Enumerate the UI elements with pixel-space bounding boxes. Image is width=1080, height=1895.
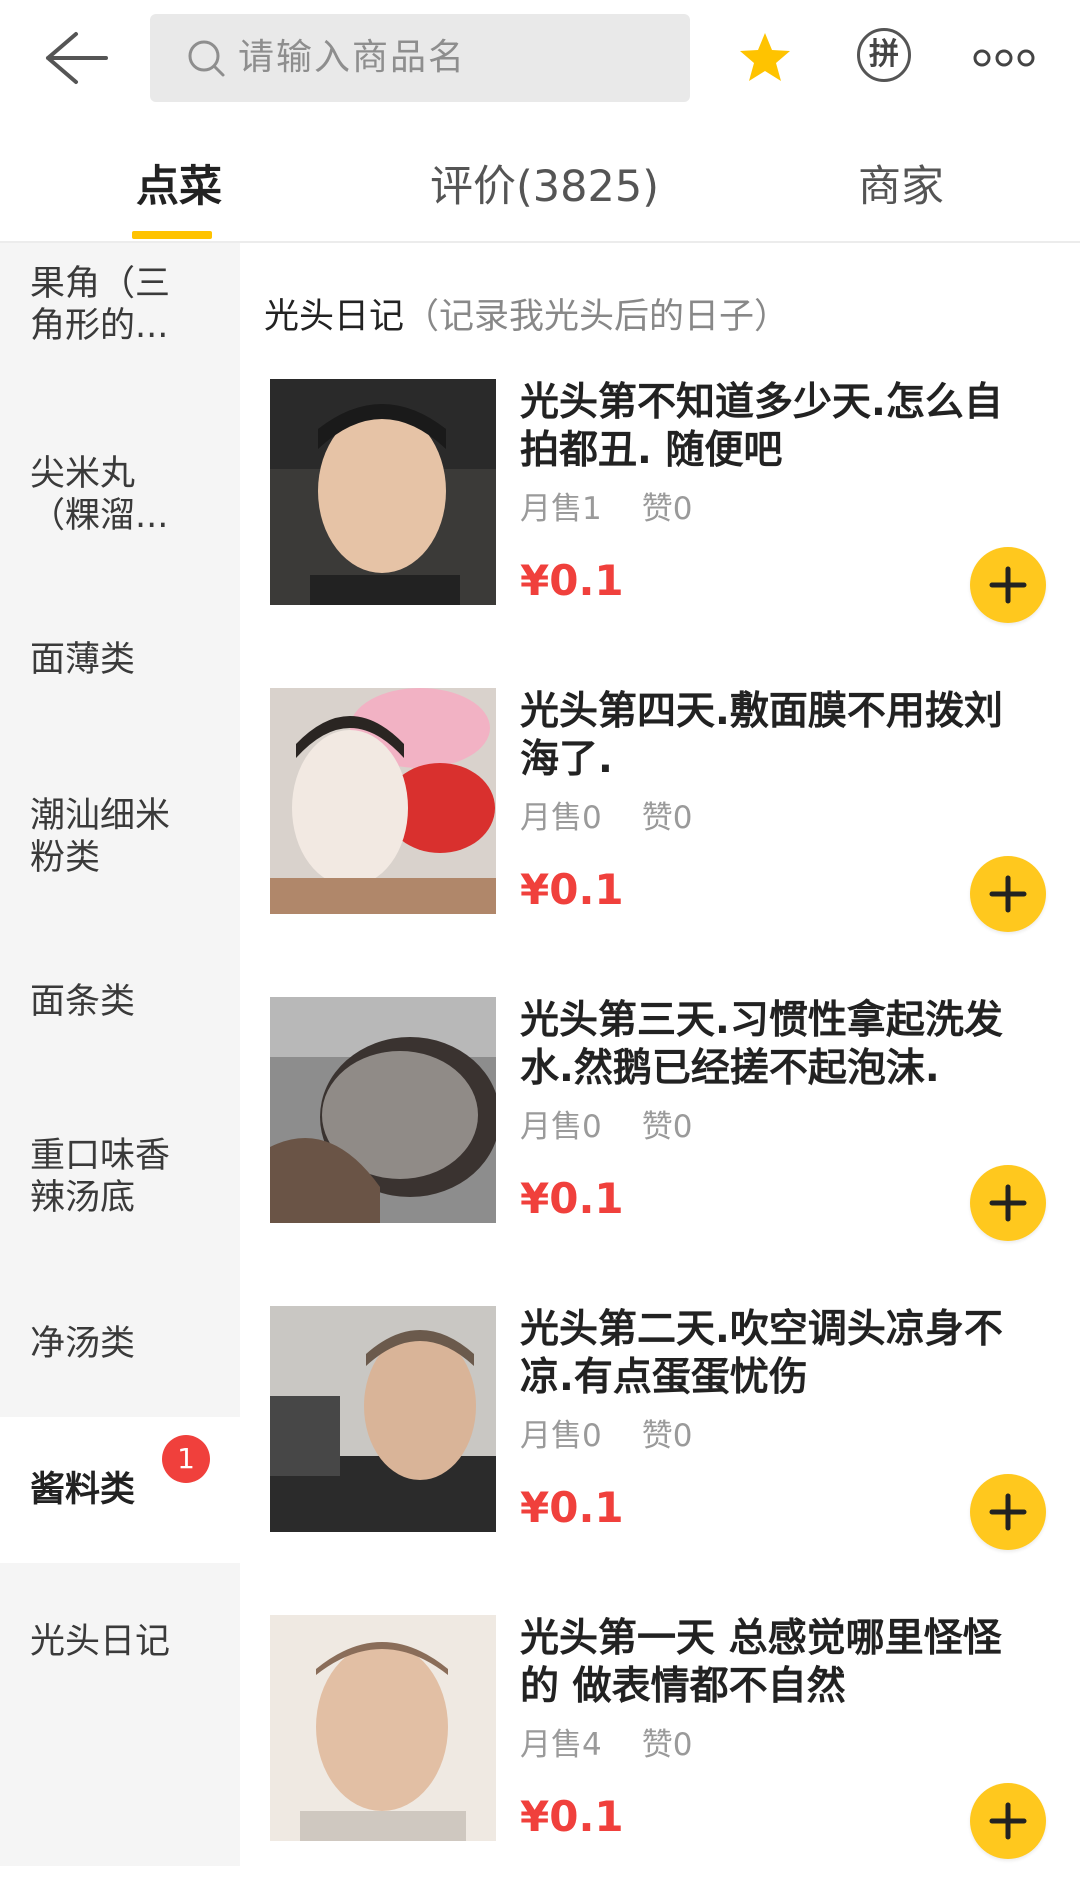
plus-icon — [989, 1802, 1027, 1840]
product-title: 光头第二天.吹空调头凉身不凉.有点蛋蛋忧伤 — [520, 1307, 1003, 1400]
list-item[interactable]: 光头第不知道多少天.怎么自拍都丑. 随便吧 月售1 赞0 ¥0.1 — [240, 379, 1080, 659]
product-stats: 月售1 赞0 — [520, 489, 692, 529]
monthly-sales: 月售4 — [520, 1727, 602, 1763]
likes-count: 赞0 — [641, 800, 693, 836]
tab-reviews[interactable]: 评价(3825) — [430, 159, 659, 215]
plus-icon — [989, 1493, 1027, 1531]
plus-icon — [989, 1184, 1027, 1222]
group-buy-icon[interactable]: 拼 — [857, 28, 911, 82]
sidebar-item-category[interactable]: 面薄类 — [0, 639, 240, 681]
tab-order[interactable]: 点菜 — [136, 159, 222, 215]
monthly-sales: 月售0 — [520, 800, 602, 836]
category-sidebar: 果角（三角形的... 尖米丸（粿溜... 面薄类 潮汕细米粉类 面条类 重口味香… — [0, 243, 240, 1866]
product-price: ¥0.1 — [520, 1174, 624, 1223]
add-to-cart-button[interactable] — [970, 1474, 1046, 1550]
tab-bar: 点菜 评价(3825) 商家 — [0, 115, 1080, 243]
likes-count: 赞0 — [641, 1727, 693, 1763]
product-price: ¥0.1 — [520, 556, 624, 605]
top-bar: 请输入商品名 拼 — [0, 0, 1080, 115]
monthly-sales: 月售0 — [520, 1418, 602, 1454]
monthly-sales: 月售1 — [520, 491, 602, 527]
search-placeholder: 请输入商品名 — [238, 37, 467, 78]
tab-merchant[interactable]: 商家 — [858, 159, 944, 215]
product-stats: 月售4 赞0 — [520, 1725, 692, 1765]
sidebar-item-category[interactable]: 尖米丸（粿溜... — [0, 453, 240, 537]
sidebar-item-category[interactable]: 果角（三角形的... — [0, 263, 240, 347]
sidebar-item-category[interactable]: 净汤类 — [0, 1323, 240, 1365]
cart-count-badge: 1 — [162, 1435, 210, 1483]
plus-icon — [989, 875, 1027, 913]
plus-icon — [989, 566, 1027, 604]
product-stats: 月售0 赞0 — [520, 1107, 692, 1147]
likes-count: 赞0 — [641, 1418, 693, 1454]
sidebar-item-category[interactable]: 光头日记 — [0, 1621, 240, 1663]
product-image — [270, 997, 496, 1223]
product-stats: 月售0 赞0 — [520, 1416, 692, 1456]
section-name: 光头日记 — [264, 297, 405, 337]
sidebar-item-category[interactable]: 面条类 — [0, 981, 240, 1023]
active-tab-indicator — [132, 231, 212, 239]
product-price: ¥0.1 — [520, 865, 624, 914]
product-title: 光头第一天 总感觉哪里怪怪的 做表情都不自然 — [520, 1616, 1002, 1709]
product-title: 光头第三天.习惯性拿起洗发水.然鹅已经搓不起泡沫. — [520, 998, 1003, 1091]
list-item[interactable]: 光头第一天 总感觉哪里怪怪的 做表情都不自然 月售4 赞0 ¥0.1 — [240, 1615, 1080, 1895]
product-image — [270, 1615, 496, 1841]
product-stats: 月售0 赞0 — [520, 798, 692, 838]
search-icon — [186, 38, 226, 78]
product-title: 光头第不知道多少天.怎么自拍都丑. 随便吧 — [520, 380, 1003, 473]
list-item[interactable]: 光头第四天.敷面膜不用拨刘海了. 月售0 赞0 ¥0.1 — [240, 688, 1080, 968]
section-description: （记录我光头后的日子） — [404, 297, 790, 337]
list-item[interactable]: 光头第二天.吹空调头凉身不凉.有点蛋蛋忧伤 月售0 赞0 ¥0.1 — [240, 1306, 1080, 1586]
section-header: 光头日记（记录我光头后的日子） — [264, 295, 789, 339]
more-options-icon[interactable] — [972, 48, 1036, 68]
add-to-cart-button[interactable] — [970, 856, 1046, 932]
add-to-cart-button[interactable] — [970, 1165, 1046, 1241]
favorite-star-icon[interactable] — [735, 28, 795, 88]
back-arrow-icon[interactable] — [40, 26, 112, 90]
product-price: ¥0.1 — [520, 1483, 624, 1532]
sidebar-item-category[interactable]: 重口味香辣汤底 — [0, 1135, 240, 1219]
likes-count: 赞0 — [641, 1109, 693, 1145]
add-to-cart-button[interactable] — [970, 1783, 1046, 1859]
search-input[interactable]: 请输入商品名 — [150, 14, 690, 102]
product-image — [270, 1306, 496, 1532]
product-image — [270, 379, 496, 605]
product-title: 光头第四天.敷面膜不用拨刘海了. — [520, 689, 1003, 782]
sidebar-item-selected[interactable]: 酱料类 1 — [0, 1417, 240, 1563]
product-list: 光头日记（记录我光头后的日子） 光头第不知道多少天.怎么自拍都丑. 随便吧 月售… — [240, 243, 1080, 1866]
sidebar-item-category[interactable]: 潮汕细米粉类 — [0, 795, 240, 879]
product-image — [270, 688, 496, 914]
add-to-cart-button[interactable] — [970, 547, 1046, 623]
list-item[interactable]: 光头第三天.习惯性拿起洗发水.然鹅已经搓不起泡沫. 月售0 赞0 ¥0.1 — [240, 997, 1080, 1277]
likes-count: 赞0 — [641, 491, 693, 527]
sidebar-item-label: 酱料类 — [30, 1470, 136, 1510]
product-price: ¥0.1 — [520, 1792, 624, 1841]
monthly-sales: 月售0 — [520, 1109, 602, 1145]
